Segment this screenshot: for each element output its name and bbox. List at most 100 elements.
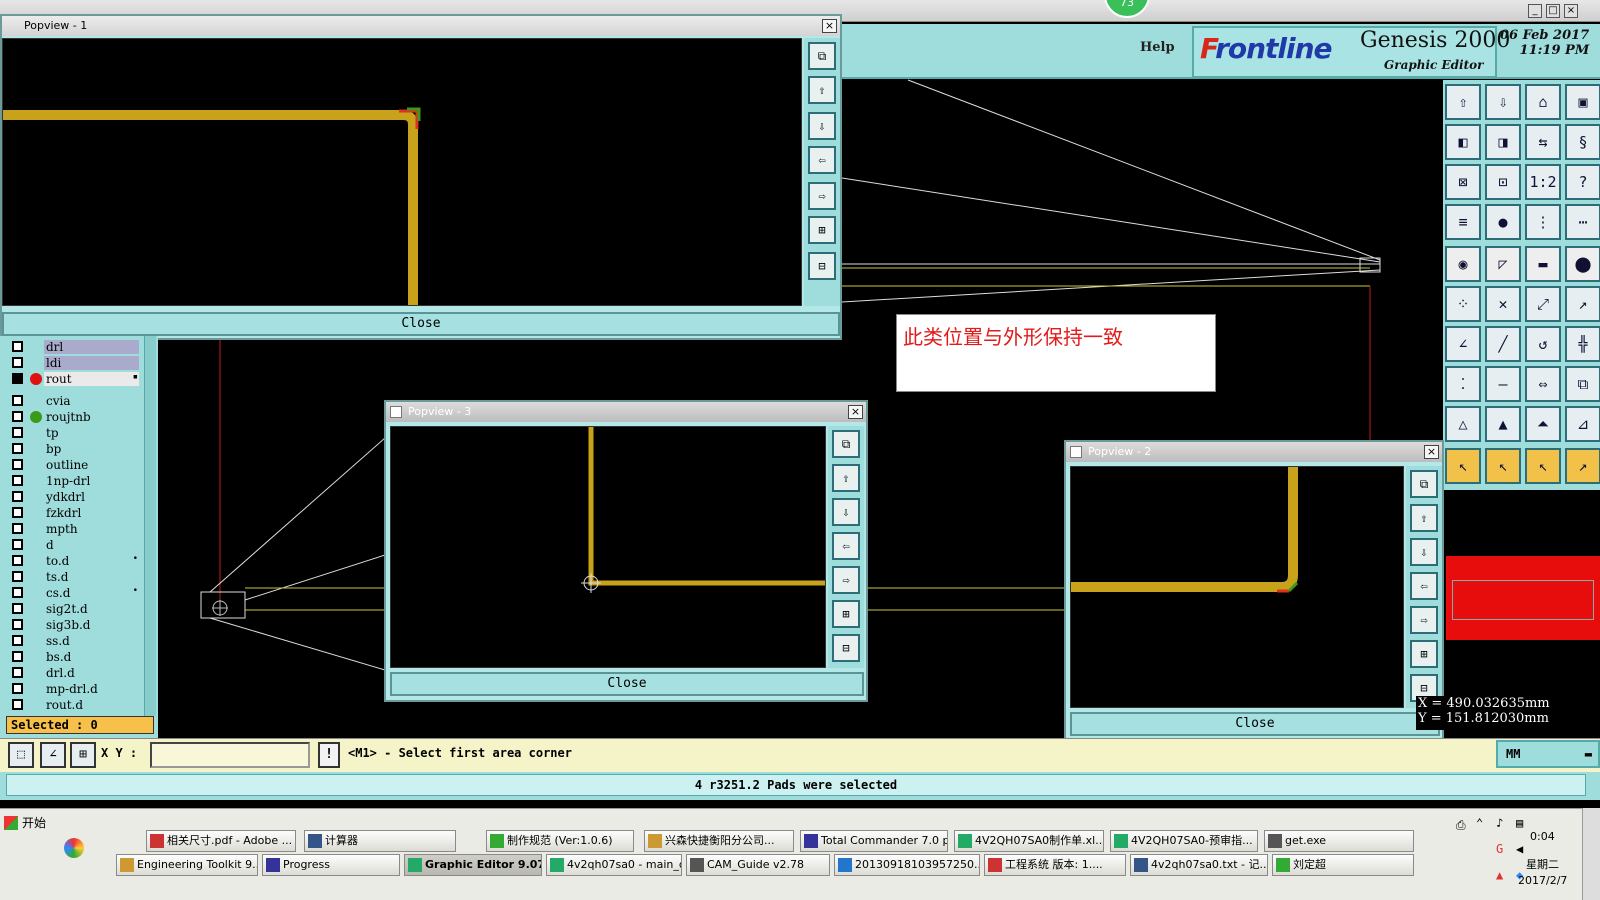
taskbar-item[interactable]: 制作规范 (Ver:1.0.6)	[486, 830, 634, 852]
help-menu[interactable]: Help	[1140, 40, 1175, 55]
tool-triangle-icon[interactable]: △	[1445, 406, 1481, 442]
tool-nodes-icon[interactable]: ⁘	[1445, 286, 1481, 322]
taskbar-item[interactable]: 工程系统 版本: 1....	[984, 854, 1126, 876]
popview-1-zoom-in-icon[interactable]: ⊞	[808, 216, 836, 244]
popview-3-pan-right-icon[interactable]: ⇨	[832, 566, 860, 594]
layer-scrollbar[interactable]	[144, 336, 156, 716]
popview-1-pan-left-icon[interactable]: ⇦	[808, 146, 836, 174]
tool-triangle3-icon[interactable]: ⏶	[1525, 406, 1561, 442]
taskbar-item[interactable]: CAM_Guide v2.78	[686, 854, 830, 876]
popview-3-zoom-out-icon[interactable]: ⊟	[832, 634, 860, 662]
layer-name[interactable]: mpth	[44, 522, 139, 536]
tool-triangle4-icon[interactable]: ⊿	[1565, 406, 1600, 442]
popview-3-close-icon[interactable]: ×	[848, 405, 863, 419]
layer-row[interactable]: rout ▪	[12, 372, 142, 386]
popview-1-close-icon[interactable]: ×	[822, 19, 837, 33]
layer-row[interactable]: sig3b.d	[12, 618, 142, 632]
popview-2-zoom-in-icon[interactable]: ⊞	[1410, 640, 1438, 668]
layer-checkbox[interactable]	[12, 635, 23, 646]
layer-checkbox[interactable]	[12, 683, 23, 694]
tool-zoom-fit-icon[interactable]: ⊠	[1445, 164, 1481, 200]
speaker-icon[interactable]: ◀	[1516, 842, 1523, 856]
layer-name[interactable]: ss.d	[44, 634, 139, 648]
layer-name[interactable]: d	[44, 538, 139, 552]
layer-checkbox[interactable]	[12, 373, 23, 384]
taskbar-item[interactable]: 4v2qh07sa0 - main_qa	[546, 854, 682, 876]
taskbar-item[interactable]: Graphic Editor 9.07...	[404, 854, 542, 876]
popview-3-pan-left-icon[interactable]: ⇦	[832, 532, 860, 560]
tool-link-icon[interactable]: ⤢	[1525, 286, 1561, 322]
network-icon[interactable]: ▤	[1516, 816, 1523, 830]
popview-2-close-icon[interactable]: ×	[1424, 445, 1439, 459]
cmd-grid-icon[interactable]: ⊞	[70, 742, 96, 768]
popview-2-pan-left-icon[interactable]: ⇦	[1410, 572, 1438, 600]
popview-1-close-button[interactable]: Close	[2, 312, 840, 336]
taskbar-item[interactable]: 兴森快捷衡阳分公司...	[644, 830, 794, 852]
quicklaunch-icon[interactable]	[64, 838, 84, 858]
taskbar-item[interactable]: 计算器	[304, 830, 456, 852]
tool-net-icon[interactable]: ⋮	[1525, 204, 1561, 240]
cmd-select-icon[interactable]: ⬚	[8, 742, 34, 768]
tool-home-icon[interactable]: ⌂	[1525, 84, 1561, 120]
layer-checkbox[interactable]	[12, 357, 23, 368]
layer-checkbox[interactable]	[12, 587, 23, 598]
taskbar-item[interactable]: 相关尺寸.pdf - Adobe ...	[146, 830, 296, 852]
tool-move-icon[interactable]: ↗	[1565, 286, 1600, 322]
layer-checkbox[interactable]	[12, 459, 23, 470]
layer-name[interactable]: cs.d	[44, 586, 139, 600]
xy-input[interactable]	[150, 742, 310, 768]
tool-split-icon[interactable]: ╬	[1565, 326, 1600, 362]
layer-checkbox[interactable]	[12, 603, 23, 614]
cmd-angle-icon[interactable]: ∠	[40, 742, 66, 768]
layer-checkbox[interactable]	[12, 651, 23, 662]
tool-drill-icon[interactable]: ◉	[1445, 246, 1481, 282]
layer-checkbox[interactable]	[12, 443, 23, 454]
layer-checkbox[interactable]	[12, 539, 23, 550]
popview-2-pan-right-icon[interactable]: ⇨	[1410, 606, 1438, 634]
tool-help-icon[interactable]: ?	[1565, 164, 1600, 200]
layer-row[interactable]: tp	[12, 426, 142, 440]
layer-name[interactable]: drl.d	[44, 666, 139, 680]
layer-name[interactable]: tp	[44, 426, 139, 440]
popview-2-pan-down-icon[interactable]: ⇩	[1410, 538, 1438, 566]
layer-row[interactable]: rout.d	[12, 698, 142, 712]
layer-row[interactable]: sig2t.d	[12, 602, 142, 616]
layer-row[interactable]: cs.d •	[12, 586, 142, 600]
popview-2-close-button[interactable]: Close	[1070, 712, 1440, 736]
layer-row[interactable]: ss.d	[12, 634, 142, 648]
layer-name[interactable]: bp	[44, 442, 139, 456]
popview-3-close-button[interactable]: Close	[390, 672, 864, 696]
clock-time[interactable]: 0:04	[1530, 830, 1555, 843]
layer-row[interactable]: outline	[12, 458, 142, 472]
popview-3-view[interactable]	[390, 426, 826, 668]
popview-3-title[interactable]: Popview - 3	[386, 402, 866, 422]
popview-1-view[interactable]	[2, 38, 802, 306]
layer-checkbox[interactable]	[12, 555, 23, 566]
popview-2-title[interactable]: Popview - 2	[1066, 442, 1442, 462]
unit-select[interactable]: MM ▬	[1496, 740, 1600, 768]
layer-name[interactable]: rout.d	[44, 698, 139, 712]
taskbar-item[interactable]: 4v2qh07sa0.txt - 记...	[1130, 854, 1268, 876]
tool-route-icon[interactable]: ⋯	[1565, 204, 1600, 240]
layer-name[interactable]: to.d	[44, 554, 139, 568]
layer-name[interactable]: rout	[44, 372, 139, 386]
taskbar-item[interactable]: 20130918103957250...	[834, 854, 980, 876]
layer-row[interactable]: bp	[12, 442, 142, 456]
tool-pointer4-icon[interactable]: ↗	[1565, 448, 1600, 484]
layer-row[interactable]: d	[12, 538, 142, 552]
layer-checkbox[interactable]	[12, 667, 23, 678]
layer-name[interactable]: sig3b.d	[44, 618, 139, 632]
tool-pointer2-icon[interactable]: ↖	[1485, 448, 1521, 484]
tool-select-red-icon[interactable]: ◸	[1485, 246, 1521, 282]
tool-resize-icon[interactable]: ⇔	[1525, 366, 1561, 402]
layer-name[interactable]: cvia	[44, 394, 139, 408]
tool-pan-right-icon[interactable]: ◨	[1485, 124, 1521, 160]
popview-1-zoom-out-icon[interactable]: ⊟	[808, 252, 836, 280]
layer-checkbox[interactable]	[12, 699, 23, 710]
popview-1-pan-right-icon[interactable]: ⇨	[808, 182, 836, 210]
show-desktop-button[interactable]	[1582, 808, 1600, 900]
tool-measure-icon[interactable]: ≡	[1445, 204, 1481, 240]
tool-flip-icon[interactable]: ⇆	[1525, 124, 1561, 160]
tool-angle-icon[interactable]: ∠	[1445, 326, 1481, 362]
tool-pointer3-icon[interactable]: ↖	[1525, 448, 1561, 484]
